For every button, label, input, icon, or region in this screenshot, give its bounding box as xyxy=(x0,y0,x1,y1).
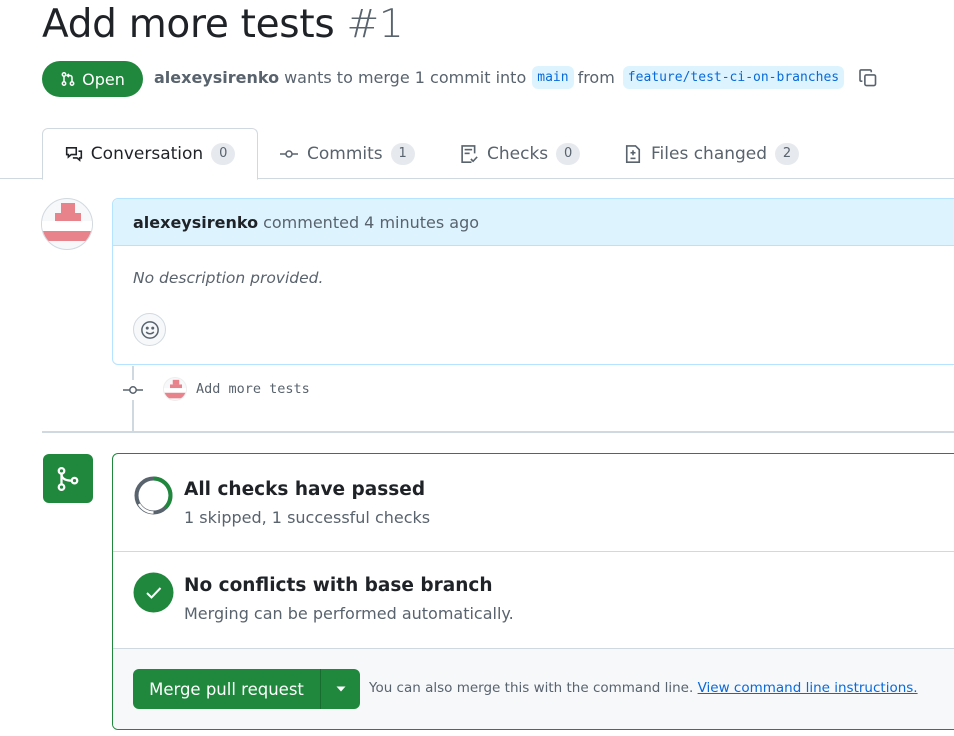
tab-label: Conversation xyxy=(90,144,204,164)
pr-title: Add more tests #1 xyxy=(42,2,404,47)
state-label: Open xyxy=(82,69,125,89)
comment-body: No description provided. xyxy=(133,269,324,287)
comment-box: alexeysirenko commented 4 minutes ago No… xyxy=(112,198,954,365)
tab-checks[interactable]: Checks 0 xyxy=(459,128,581,179)
pr-tabs: Conversation 0 Commits 1 Checks 0 Files … xyxy=(0,128,954,180)
timeline-divider xyxy=(42,431,954,433)
comment-author-link[interactable]: alexeysirenko xyxy=(133,213,258,232)
checks-subtitle: 1 skipped, 1 successful checks xyxy=(184,508,431,527)
checks-status-row[interactable]: All checks have passed 1 skipped, 1 succ… xyxy=(113,454,954,552)
triangle-down-icon xyxy=(335,685,347,693)
conflicts-title: No conflicts with base branch xyxy=(184,575,493,596)
conflicts-status-row: No conflicts with base branch Merging ca… xyxy=(113,552,954,649)
smiley-icon xyxy=(140,320,160,340)
tab-label: Checks xyxy=(487,143,549,164)
checks-title: All checks have passed xyxy=(184,479,426,500)
avatar[interactable] xyxy=(41,198,93,250)
tab-conversation[interactable]: Conversation 0 xyxy=(42,128,258,180)
check-circle-icon xyxy=(133,572,174,613)
base-branch-label[interactable]: main xyxy=(532,66,574,89)
merge-pull-request-button[interactable]: Merge pull request xyxy=(133,669,321,709)
pr-number: #1 xyxy=(346,2,404,47)
checklist-icon xyxy=(459,144,479,164)
pr-meta-text: wants to merge 1 commit into xyxy=(284,68,527,87)
tab-counter: 0 xyxy=(556,142,581,165)
cli-note-text: You can also merge this with the command… xyxy=(369,680,694,696)
git-merge-icon xyxy=(43,454,93,503)
commit-avatar[interactable] xyxy=(163,377,187,401)
tab-commits[interactable]: Commits 1 xyxy=(279,128,415,179)
cli-instructions-link[interactable]: View command line instructions. xyxy=(698,680,918,696)
git-commit-icon xyxy=(121,380,145,400)
head-branch-label[interactable]: feature/test-ci-on-branches xyxy=(622,66,845,89)
comment-header: alexeysirenko commented 4 minutes ago xyxy=(113,199,954,246)
tab-files-changed[interactable]: Files changed 2 xyxy=(623,128,800,179)
tab-counter: 2 xyxy=(775,142,800,165)
file-diff-icon xyxy=(623,144,643,164)
checks-progress-icon xyxy=(133,475,174,516)
comment-discussion-icon xyxy=(65,145,83,163)
tab-label: Files changed xyxy=(651,143,768,164)
conflicts-subtitle: Merging can be performed automatically. xyxy=(184,604,514,623)
state-badge-open: Open xyxy=(42,61,143,97)
commit-message-link[interactable]: Add more tests xyxy=(196,381,310,397)
pr-meta: alexeysirenko wants to merge 1 commit in… xyxy=(154,66,878,89)
tab-counter: 0 xyxy=(211,143,236,165)
merge-button-group: Merge pull request xyxy=(133,669,360,709)
merge-options-dropdown[interactable] xyxy=(321,669,360,709)
git-pull-request-icon xyxy=(60,71,76,87)
from-text: from xyxy=(577,68,615,87)
merge-box: All checks have passed 1 skipped, 1 succ… xyxy=(112,453,954,730)
tab-label: Commits xyxy=(307,143,383,164)
add-reaction-button[interactable] xyxy=(133,313,166,346)
copy-icon[interactable] xyxy=(858,68,878,88)
git-commit-icon xyxy=(279,146,299,162)
pr-author-link[interactable]: alexeysirenko xyxy=(154,68,279,87)
tab-counter: 1 xyxy=(390,142,415,165)
cli-note: You can also merge this with the command… xyxy=(369,680,918,696)
pr-title-text: Add more tests xyxy=(42,2,335,47)
merge-action-row: Merge pull request You can also merge th… xyxy=(113,649,954,729)
comment-timestamp: commented 4 minutes ago xyxy=(263,212,480,232)
